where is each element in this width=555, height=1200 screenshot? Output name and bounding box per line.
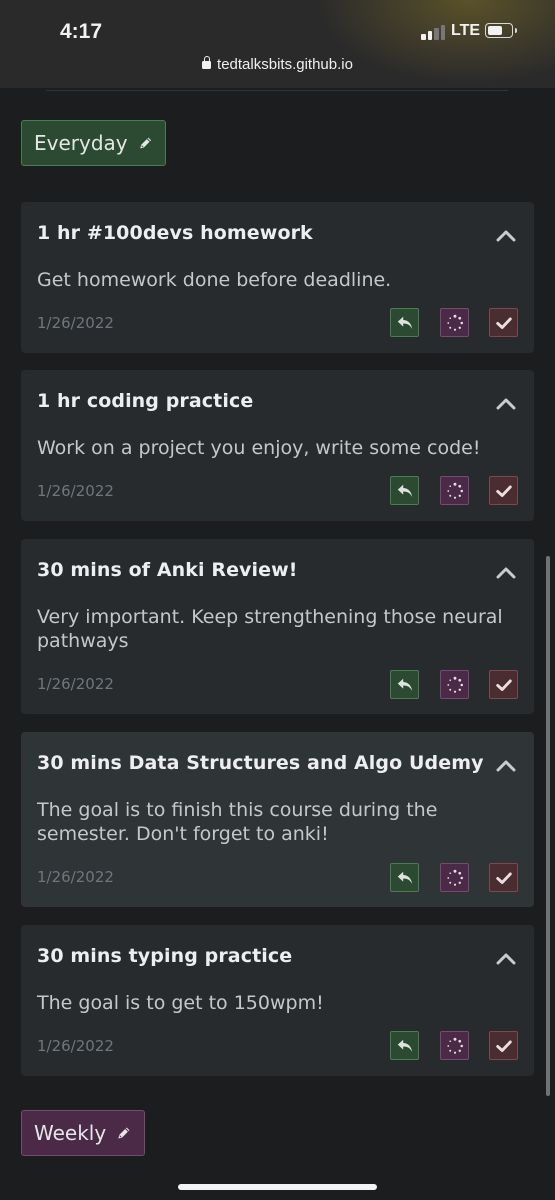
spinner-icon	[446, 676, 463, 693]
in-progress-button[interactable]	[440, 1031, 469, 1060]
signal-strength-icon	[421, 24, 447, 40]
checkmark-icon	[495, 1040, 512, 1052]
task-date: 1/26/2022	[37, 868, 114, 886]
task-date: 1/26/2022	[37, 675, 114, 693]
task-date: 1/26/2022	[37, 482, 114, 500]
task-title: 1 hr #100devs homework	[37, 222, 313, 244]
pencil-icon[interactable]	[138, 134, 153, 152]
network-type: LTE	[451, 22, 481, 39]
task-description: The goal is to get to 150wpm!	[37, 992, 324, 1014]
checkmark-icon	[495, 485, 512, 497]
group-label: Weekly	[34, 1121, 107, 1145]
checkmark-icon	[495, 317, 512, 329]
done-button[interactable]	[489, 670, 518, 699]
url-text: tedtalksbits.github.io	[217, 56, 353, 73]
lock-icon	[202, 56, 212, 69]
task-description: Very important. Keep strengthening those…	[37, 606, 503, 652]
spinner-icon	[446, 314, 463, 331]
status-bar: 4:17 LTE tedtalksbits.github.io	[0, 0, 555, 88]
reply-arrow-icon	[397, 484, 412, 497]
task-date: 1/26/2022	[37, 1037, 114, 1055]
chevron-up-icon[interactable]	[494, 224, 518, 248]
reset-button[interactable]	[390, 308, 419, 337]
in-progress-button[interactable]	[440, 863, 469, 892]
reset-button[interactable]	[390, 670, 419, 699]
done-button[interactable]	[489, 308, 518, 337]
scrollbar[interactable]	[546, 556, 550, 1096]
task-description: The goal is to finish this course during…	[37, 799, 438, 845]
divider	[46, 90, 508, 91]
reset-button[interactable]	[390, 476, 419, 505]
done-button[interactable]	[489, 1031, 518, 1060]
task-title: 30 mins typing practice	[37, 945, 293, 967]
home-indicator[interactable]	[178, 1184, 377, 1190]
in-progress-button[interactable]	[440, 670, 469, 699]
checkmark-icon	[495, 872, 512, 884]
checkmark-icon	[495, 679, 512, 691]
status-time: 4:17	[60, 20, 103, 43]
address-bar[interactable]: tedtalksbits.github.io	[0, 56, 555, 73]
task-card: 30 mins typing practice The goal is to g…	[21, 925, 534, 1076]
spinner-icon	[446, 1037, 463, 1054]
task-card: 1 hr #100devs homework Get homework done…	[21, 202, 534, 353]
reply-arrow-icon	[397, 316, 412, 329]
battery-icon	[485, 23, 517, 38]
pencil-icon[interactable]	[116, 1124, 132, 1142]
in-progress-button[interactable]	[440, 308, 469, 337]
task-card: 30 mins Data Structures and Algo Udemy T…	[21, 732, 534, 907]
spinner-icon	[446, 869, 463, 886]
task-title: 1 hr coding practice	[37, 390, 254, 412]
task-title: 30 mins of Anki Review!	[37, 559, 298, 581]
task-description: Get homework done before deadline.	[37, 269, 392, 291]
group-tag-weekly[interactable]: Weekly	[21, 1110, 145, 1156]
task-title: 30 mins Data Structures and Algo Udemy	[37, 752, 484, 774]
chevron-up-icon[interactable]	[494, 392, 518, 416]
chevron-up-icon[interactable]	[494, 561, 518, 585]
group-label: Everyday	[34, 131, 128, 155]
reply-arrow-icon	[397, 871, 412, 884]
reset-button[interactable]	[390, 1031, 419, 1060]
in-progress-button[interactable]	[440, 476, 469, 505]
spinner-icon	[446, 482, 463, 499]
task-description: Work on a project you enjoy, write some …	[37, 437, 481, 459]
reply-arrow-icon	[397, 1039, 412, 1052]
task-card: 1 hr coding practice Work on a project y…	[21, 370, 534, 521]
task-date: 1/26/2022	[37, 314, 114, 332]
chevron-up-icon[interactable]	[494, 754, 518, 778]
group-tag-everyday[interactable]: Everyday	[21, 120, 166, 166]
reset-button[interactable]	[390, 863, 419, 892]
done-button[interactable]	[489, 863, 518, 892]
done-button[interactable]	[489, 476, 518, 505]
chevron-up-icon[interactable]	[494, 947, 518, 971]
reply-arrow-icon	[397, 678, 412, 691]
task-card: 30 mins of Anki Review! Very important. …	[21, 539, 534, 714]
